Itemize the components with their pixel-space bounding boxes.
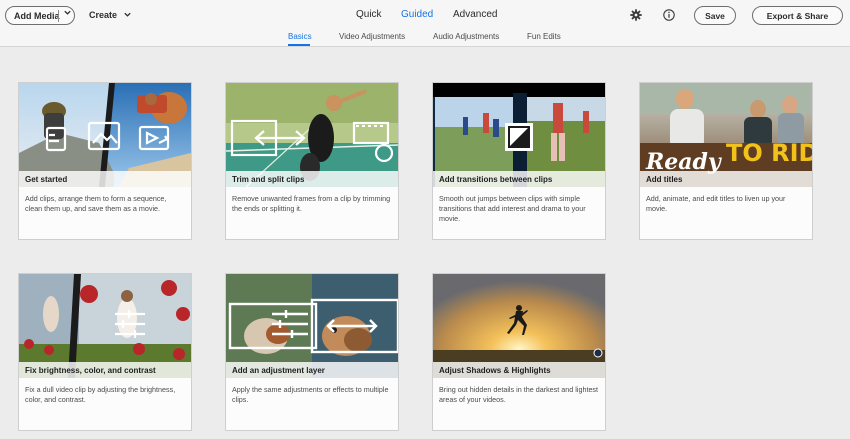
tab-fun-edits[interactable]: Fun Edits	[527, 32, 561, 41]
create-label: Create	[89, 10, 118, 20]
card-fix-brightness[interactable]: Fix brightness, color, and contrast Fix …	[18, 273, 192, 431]
card-description: Smooth out jumps between clips with simp…	[439, 194, 586, 223]
card-title: Add an adjustment layer	[226, 362, 398, 378]
chevron-down-icon[interactable]	[63, 8, 72, 19]
card-title: Add transitions between clips	[433, 171, 605, 187]
card-description: Add clips, arrange them to form a sequen…	[25, 194, 167, 213]
card-title: Add titles	[640, 171, 812, 187]
add-media-label: Add Media	[14, 10, 60, 21]
card-description: Add, animate, and edit titles to liven u…	[646, 194, 786, 213]
save-button[interactable]: Save	[694, 6, 736, 25]
gear-icon[interactable]	[629, 8, 643, 22]
guided-subtabs: Basics Video Adjustments Audio Adjustmen…	[0, 30, 850, 47]
top-toolbar: Add Media Create Quick Guided Advanced S…	[0, 0, 850, 30]
card-title: Fix brightness, color, and contrast	[19, 362, 191, 378]
add-media-button[interactable]: Add Media	[5, 6, 75, 25]
card-get-started[interactable]: Get started Add clips, arrange them to f…	[18, 82, 192, 240]
tab-basics[interactable]: Basics	[288, 32, 312, 41]
card-title: Get started	[19, 171, 191, 187]
card-add-titles[interactable]: Ready TO RIDE! Add titles Add, animate, …	[639, 82, 813, 240]
overlay-to-ride-text: TO RIDE!	[726, 139, 812, 167]
card-description: Fix a dull video clip by adjusting the b…	[25, 385, 176, 404]
info-icon[interactable]	[662, 8, 676, 22]
mode-advanced[interactable]: Advanced	[453, 9, 497, 20]
card-shadows-highlights[interactable]: Adjust Shadows & Highlights Bring out hi…	[432, 273, 606, 431]
mode-guided[interactable]: Guided	[401, 9, 433, 20]
card-description: Bring out hidden details in the darkest …	[439, 385, 599, 404]
add-media-divider	[58, 10, 59, 22]
tab-audio-adjustments[interactable]: Audio Adjustments	[433, 32, 499, 41]
mode-quick[interactable]: Quick	[356, 9, 382, 20]
card-description: Apply the same adjustments or effects to…	[232, 385, 389, 404]
active-tab-indicator	[288, 44, 310, 46]
card-adjustment-layer[interactable]: Add an adjustment layer Apply the same a…	[225, 273, 399, 431]
card-title: Trim and split clips	[226, 171, 398, 187]
export-share-button[interactable]: Export & Share	[752, 6, 843, 25]
card-add-transitions[interactable]: Add transitions between clips Smooth out…	[432, 82, 606, 240]
save-label: Save	[705, 10, 725, 21]
card-description: Remove unwanted frames from a clip by tr…	[232, 194, 391, 213]
chevron-down-icon	[123, 10, 132, 21]
tab-video-adjustments[interactable]: Video Adjustments	[339, 32, 405, 41]
create-menu-button[interactable]: Create	[89, 10, 132, 21]
card-trim-split[interactable]: Trim and split clips Remove unwanted fra…	[225, 82, 399, 240]
export-share-label: Export & Share	[766, 10, 829, 21]
card-title: Adjust Shadows & Highlights	[433, 362, 605, 378]
